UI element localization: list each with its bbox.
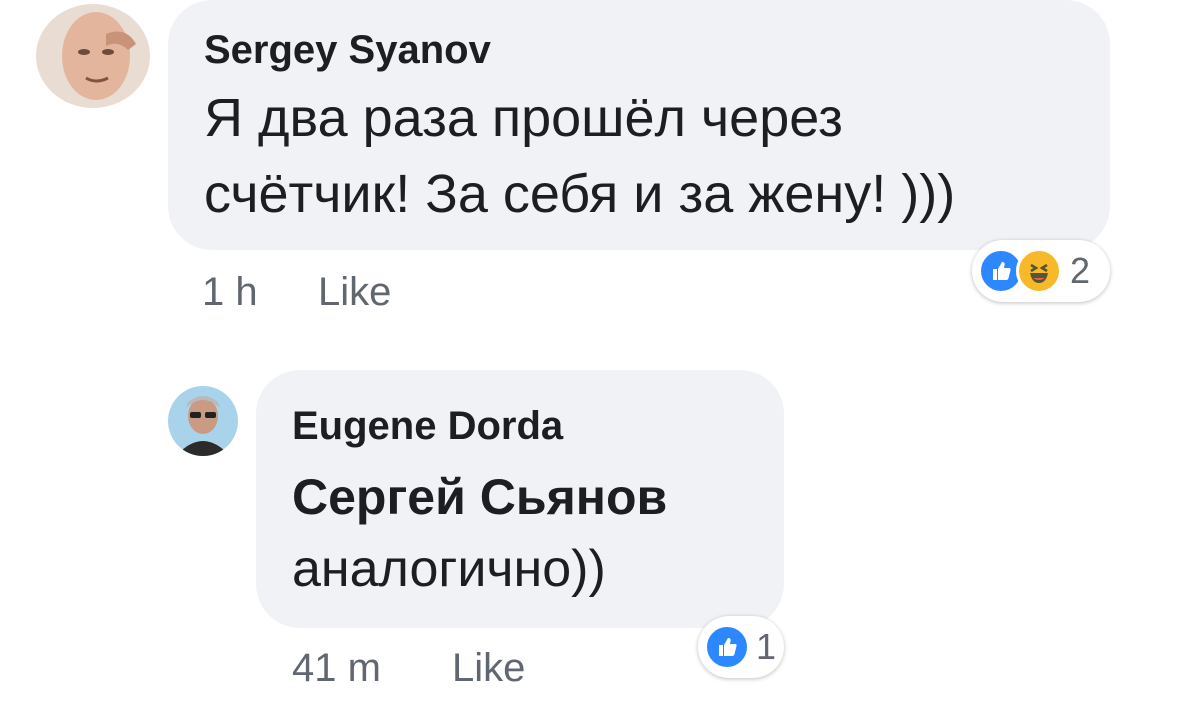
- comment-bubble-1: Sergey Syanov Я два раза прошёл через сч…: [168, 0, 1110, 250]
- reaction-count: 2: [1070, 250, 1091, 291]
- comment-text: аналогично)): [292, 540, 606, 598]
- comment-author-name[interactable]: Eugene Dorda: [292, 402, 784, 450]
- like-button[interactable]: Like: [318, 270, 391, 315]
- comment-time[interactable]: 1 h: [202, 270, 258, 315]
- comment-time[interactable]: 41 m: [292, 646, 381, 691]
- comment-author-name[interactable]: Sergey Syanov: [204, 26, 1110, 74]
- comment-bubble-2: Eugene Dorda Сергей Сьянов аналогично)): [256, 370, 784, 628]
- mention-link[interactable]: Сергей Сьянов: [292, 460, 784, 534]
- reaction-count: 1: [756, 626, 777, 667]
- like-icon: [704, 624, 750, 670]
- avatar-eugene-dorda[interactable]: [168, 386, 238, 456]
- reactions-summary[interactable]: 1: [698, 616, 784, 678]
- comment-text-line: Я два раза прошёл через: [204, 88, 843, 148]
- haha-icon: [1016, 248, 1062, 294]
- avatar-sergey-syanov[interactable]: [36, 4, 150, 108]
- like-button[interactable]: Like: [452, 646, 525, 691]
- comment-text-line: счётчик! За себя и за жену! ))): [204, 164, 956, 224]
- reactions-summary[interactable]: 2: [972, 240, 1110, 302]
- avatar-photo: [168, 386, 238, 456]
- avatar-photo: [36, 4, 150, 108]
